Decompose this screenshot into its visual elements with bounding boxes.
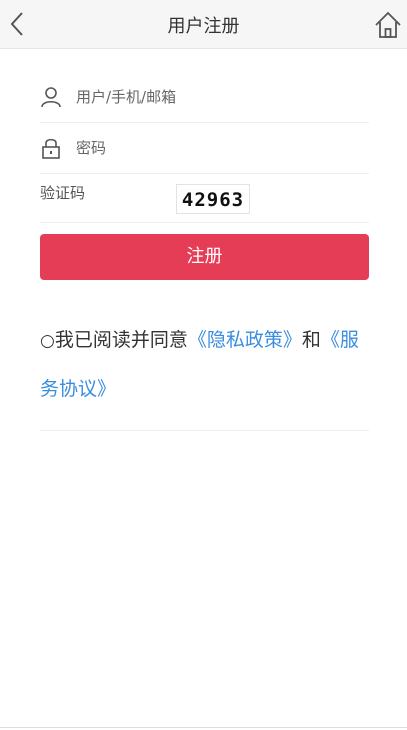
bottom-divider [0,727,407,728]
agreement-prefix: 我已阅读并同意 [54,329,188,351]
captcha-image[interactable]: 4296З [176,184,250,214]
agree-radio[interactable]: ○ [40,317,55,365]
password-row [40,123,369,174]
account-input[interactable] [76,82,356,112]
lock-icon [42,138,60,159]
home-icon [375,11,401,38]
header-bar: 用户注册 [0,0,407,49]
home-button[interactable] [373,10,403,40]
agreement-conjunction: 和 [301,329,321,351]
register-form: 验证码 4296З [40,72,369,223]
password-input[interactable] [76,133,356,163]
captcha-row: 验证码 4296З [40,174,369,223]
user-icon [41,87,61,108]
agreement-text: ○我已阅读并同意《隐私政策》和《服务协议》 [40,316,369,413]
privacy-policy-link[interactable]: 《隐私政策》 [188,329,302,351]
account-row [40,72,369,123]
register-button[interactable]: 注册 [40,234,369,280]
page-title: 用户注册 [167,16,240,37]
divider [40,430,369,431]
